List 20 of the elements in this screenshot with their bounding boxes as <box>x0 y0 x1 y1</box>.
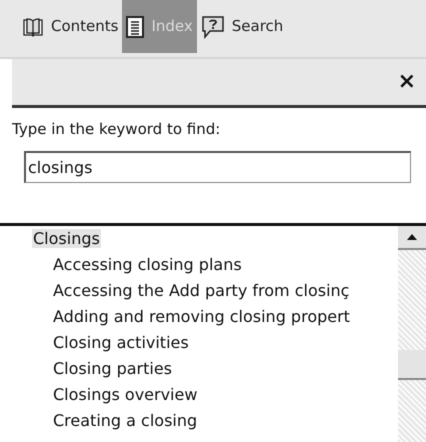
speech-bubble-icon <box>200 14 225 38</box>
document-icon <box>126 16 144 38</box>
close-button[interactable]: × <box>398 71 416 93</box>
index-entry[interactable]: Closing parties <box>52 358 174 378</box>
book-icon <box>22 16 44 38</box>
index-entry[interactable]: Adding and removing closing propert <box>52 306 351 326</box>
up-arrow-icon <box>407 234 417 240</box>
index-entry[interactable]: Creating a closing <box>52 410 198 430</box>
keyword-field[interactable]: closings <box>24 150 411 182</box>
index-entry[interactable]: Closings <box>32 228 101 248</box>
tab[interactable]: Search <box>196 0 288 53</box>
tab[interactable]: Contents <box>18 0 122 53</box>
index-entry[interactable]: Closings overview <box>52 384 198 404</box>
keyword-label: Type in the keyword to find: <box>12 119 222 140</box>
scroll-up-button[interactable] <box>398 226 426 250</box>
index-entry[interactable]: Accessing the Add party from closinç <box>52 280 350 300</box>
scroll-thumb[interactable] <box>398 350 426 380</box>
index-entry[interactable]: Accessing closing plans <box>52 254 243 274</box>
index-entry[interactable]: Closing activities <box>52 332 190 352</box>
scrollbar[interactable] <box>398 226 426 442</box>
